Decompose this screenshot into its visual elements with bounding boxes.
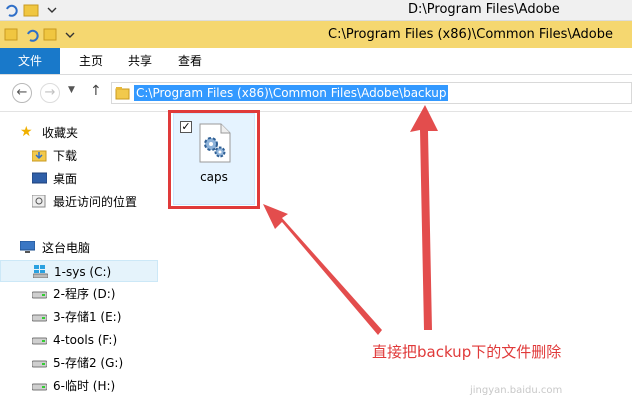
desktop-icon — [32, 172, 47, 184]
address-path-text[interactable]: C:\Program Files (x86)\Common Files\Adob… — [134, 85, 449, 101]
sidebar-item-drive-e[interactable]: 3-存储1 (E:) — [0, 306, 158, 328]
computer-icon — [20, 241, 35, 253]
tab-home[interactable]: 主页 — [66, 48, 116, 74]
window-title: C:\Program Files (x86)\Common Files\Adob… — [328, 27, 613, 42]
drive-icon — [32, 383, 47, 391]
download-folder-icon — [32, 150, 47, 162]
background-window-titlebar: D:\Program Files\Adobe — [0, 0, 632, 21]
folder-icon — [115, 87, 130, 100]
star-icon: ★ — [20, 124, 33, 140]
sidebar-item-this-pc[interactable]: 这台电脑 — [0, 237, 158, 259]
sidebar-item-recent-places[interactable]: 最近访问的位置 — [0, 191, 158, 213]
sidebar-item-drive-h[interactable]: 6-临时 (H:) — [0, 375, 158, 397]
navigation-pane: ★ 收藏夹 下载 桌面 最近访问的位置 这台电脑 1-sys (C:) 2-程序… — [0, 112, 160, 405]
forward-arrow-icon[interactable]: → — [40, 83, 60, 103]
annotation-text: 直接把backup下的文件删除 — [372, 343, 562, 361]
drive-icon — [32, 314, 47, 322]
quick-access-toolbar[interactable] — [4, 3, 64, 17]
windows-drive-icon — [33, 265, 48, 278]
sidebar-item-desktop[interactable]: 桌面 — [0, 168, 158, 190]
sidebar-item-favorites[interactable]: ★ 收藏夹 — [0, 122, 158, 144]
titlebar-quick-access[interactable] — [4, 27, 94, 43]
sidebar-item-drive-d[interactable]: 2-程序 (D:) — [0, 283, 158, 305]
tab-file[interactable]: 文件 — [0, 48, 60, 74]
recent-locations-chevron-down-icon[interactable]: ▼ — [68, 85, 75, 95]
watermark-text: jingyan.baidu.com — [470, 385, 563, 396]
window-titlebar[interactable]: C:\Program Files (x86)\Common Files\Adob… — [0, 21, 632, 48]
sidebar-item-downloads[interactable]: 下载 — [0, 145, 158, 167]
drive-icon — [32, 291, 47, 299]
back-arrow-icon[interactable]: ← — [12, 83, 32, 103]
annotation-highlight-box — [168, 110, 260, 209]
drive-icon — [32, 337, 47, 345]
tab-share[interactable]: 共享 — [116, 48, 164, 74]
sidebar-item-drive-f[interactable]: 4-tools (F:) — [0, 329, 158, 351]
navigation-bar: ← → ▼ ↑ C:\Program Files (x86)\Common Fi… — [0, 75, 632, 112]
background-window-title: D:\Program Files\Adobe — [408, 2, 560, 17]
ribbon-tabs: 文件 主页 共享 查看 — [0, 48, 632, 75]
sidebar-item-drive-g[interactable]: 5-存储2 (G:) — [0, 352, 158, 374]
tab-view[interactable]: 查看 — [166, 48, 214, 74]
up-arrow-icon[interactable]: ↑ — [90, 83, 102, 99]
recent-places-icon — [32, 195, 46, 208]
drive-icon — [32, 360, 47, 368]
address-bar[interactable]: C:\Program Files (x86)\Common Files\Adob… — [111, 82, 632, 104]
sidebar-item-drive-c[interactable]: 1-sys (C:) — [0, 260, 158, 282]
